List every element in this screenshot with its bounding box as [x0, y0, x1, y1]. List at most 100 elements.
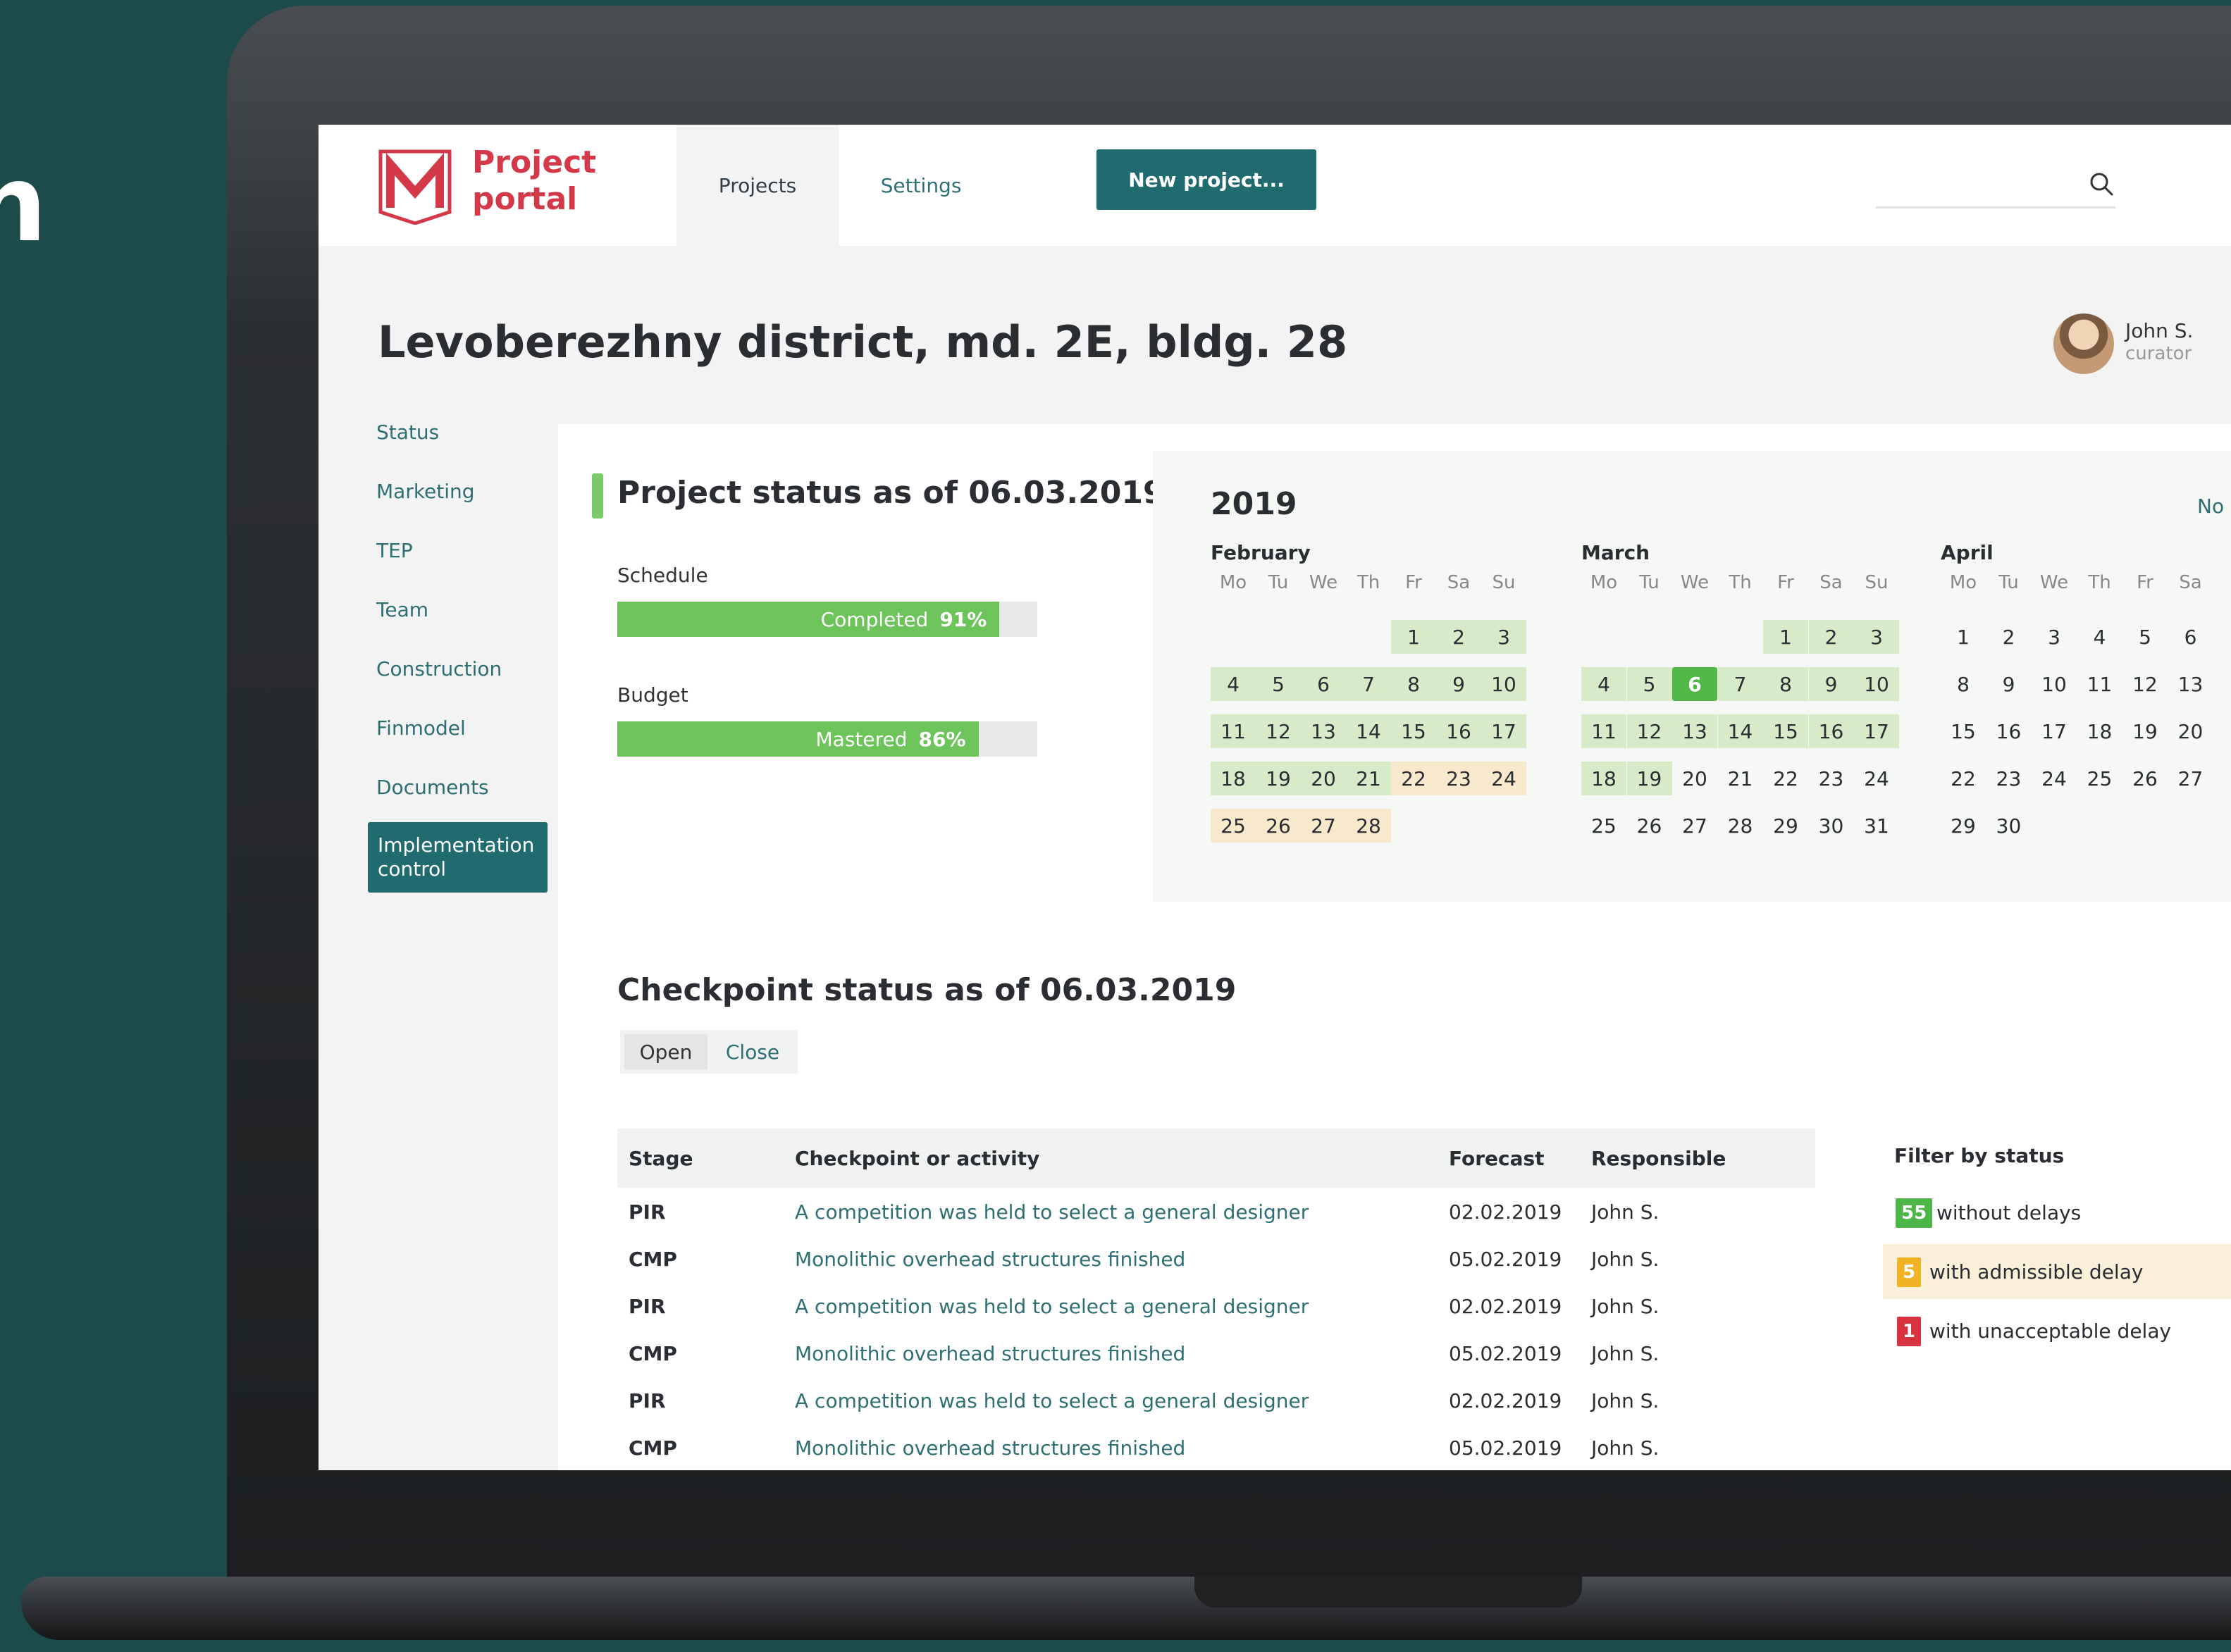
calendar-day[interactable]: 4 — [1581, 667, 1626, 701]
calendar-day[interactable]: 12 — [1256, 714, 1301, 748]
calendar-day[interactable]: 25 — [1581, 809, 1626, 843]
calendar-day[interactable]: 6 — [1301, 667, 1346, 701]
calendar-day[interactable]: 22 — [1941, 762, 1986, 795]
calendar-day[interactable]: 8 — [1763, 667, 1808, 701]
calendar-next-link[interactable]: No — [2197, 495, 2224, 518]
calendar-day[interactable]: 27 — [1672, 809, 1717, 843]
calendar-day[interactable]: 5 — [2122, 620, 2168, 654]
calendar-day[interactable]: 27 — [2168, 762, 2213, 795]
filter-item-without-delays[interactable]: 55 without delays — [1883, 1185, 2231, 1240]
calendar-day[interactable]: 27 — [1301, 809, 1346, 843]
calendar-day[interactable]: 8 — [1941, 667, 1986, 701]
calendar-day[interactable]: 15 — [1763, 714, 1808, 748]
calendar-day[interactable]: 28 — [1346, 809, 1391, 843]
table-row[interactable]: CMP Monolithic overhead structures finish… — [617, 1235, 1815, 1283]
activity-link[interactable]: A competition was held to select a gener… — [795, 1282, 1309, 1330]
calendar-day[interactable]: 30 — [1809, 809, 1854, 843]
calendar-day[interactable]: 20 — [1301, 762, 1346, 795]
calendar-day[interactable]: 17 — [2032, 714, 2077, 748]
calendar-day[interactable]: 26 — [2122, 762, 2168, 795]
sidebar-item-implementation-control[interactable]: Implementation control — [368, 822, 548, 893]
calendar-day[interactable]: 24 — [2032, 762, 2077, 795]
calendar-day[interactable]: 1 — [1391, 620, 1436, 654]
column-header-stage[interactable]: Stage — [629, 1129, 693, 1188]
calendar-day[interactable]: 19 — [2122, 714, 2168, 748]
calendar-day[interactable]: 2 — [1436, 620, 1481, 654]
calendar-day[interactable]: 16 — [1436, 714, 1481, 748]
calendar-day[interactable]: 25 — [1211, 809, 1256, 843]
tab-settings[interactable]: Settings — [840, 125, 1002, 246]
calendar-day[interactable]: 4 — [1211, 667, 1256, 701]
tab-projects[interactable]: Projects — [676, 125, 839, 246]
calendar-day-today[interactable]: 6 — [1672, 667, 1717, 701]
new-project-button[interactable]: New project... — [1096, 149, 1316, 210]
column-header-activity[interactable]: Checkpoint or activity — [795, 1129, 1039, 1188]
calendar-day[interactable]: 18 — [1211, 762, 1256, 795]
calendar-day[interactable]: 22 — [1391, 762, 1436, 795]
logo-text[interactable]: Project portal — [472, 144, 596, 218]
filter-item-admissible-delay[interactable]: 5 with admissible delay — [1883, 1244, 2231, 1299]
calendar-day[interactable]: 25 — [2077, 762, 2122, 795]
column-header-responsible[interactable]: Responsible — [1591, 1129, 1726, 1188]
toggle-close-button[interactable]: Close — [707, 1034, 798, 1069]
calendar-day[interactable]: 21 — [1346, 762, 1391, 795]
calendar-day[interactable]: 21 — [1718, 762, 1763, 795]
calendar-day[interactable]: 23 — [1436, 762, 1481, 795]
calendar-day[interactable]: 11 — [2077, 667, 2122, 701]
calendar-day[interactable]: 10 — [2032, 667, 2077, 701]
column-header-forecast[interactable]: Forecast — [1449, 1129, 1545, 1188]
calendar-day[interactable]: 1 — [1941, 620, 1986, 654]
calendar-day[interactable]: 15 — [1391, 714, 1436, 748]
calendar-day[interactable]: 7 — [1717, 667, 1763, 701]
calendar-day[interactable]: 31 — [1854, 809, 1899, 843]
calendar-day[interactable]: 10 — [1854, 667, 1899, 701]
sidebar-item-team[interactable]: Team — [376, 598, 428, 621]
calendar-day[interactable]: 3 — [1854, 620, 1899, 654]
calendar-day[interactable]: 3 — [1481, 620, 1526, 654]
table-row[interactable]: CMP Monolithic overhead structures finish… — [617, 1424, 1815, 1470]
calendar-day[interactable]: 12 — [1626, 714, 1672, 748]
search-icon[interactable] — [2087, 170, 2115, 198]
sidebar-item-construction[interactable]: Construction — [376, 657, 502, 681]
calendar-day[interactable]: 20 — [2168, 714, 2213, 748]
calendar-day[interactable]: 9 — [1986, 667, 2032, 701]
calendar-day[interactable]: 14 — [1717, 714, 1763, 748]
calendar-day[interactable]: 23 — [1809, 762, 1854, 795]
calendar-day[interactable]: 9 — [1436, 667, 1481, 701]
activity-link[interactable]: Monolithic overhead structures finished — [795, 1329, 1185, 1377]
calendar-day[interactable]: 6 — [2168, 620, 2213, 654]
activity-link[interactable]: A competition was held to select a gener… — [795, 1188, 1309, 1236]
calendar-day[interactable]: 26 — [1256, 809, 1301, 843]
calendar-day[interactable]: 15 — [1941, 714, 1986, 748]
calendar-day[interactable]: 24 — [1854, 762, 1899, 795]
table-row[interactable]: CMP Monolithic overhead structures finish… — [617, 1329, 1815, 1377]
calendar-day[interactable]: 24 — [1481, 762, 1526, 795]
activity-link[interactable]: A competition was held to select a gener… — [795, 1377, 1309, 1424]
calendar-day[interactable]: 13 — [2168, 667, 2213, 701]
calendar-day[interactable]: 18 — [2077, 714, 2122, 748]
avatar[interactable] — [2053, 313, 2114, 374]
activity-link[interactable]: Monolithic overhead structures finished — [795, 1235, 1185, 1283]
sidebar-item-marketing[interactable]: Marketing — [376, 480, 475, 503]
sidebar-item-tep[interactable]: TEP — [376, 539, 413, 562]
calendar-day[interactable]: 17 — [1481, 714, 1526, 748]
table-row[interactable]: PIR A competition was held to select a ge… — [617, 1377, 1815, 1424]
calendar-day[interactable]: 2 — [1808, 620, 1854, 654]
calendar-day[interactable]: 1 — [1763, 620, 1808, 654]
calendar-day[interactable]: 7 — [1346, 667, 1391, 701]
calendar-day[interactable]: 26 — [1627, 809, 1672, 843]
calendar-day[interactable]: 29 — [1763, 809, 1808, 843]
calendar-day[interactable]: 28 — [1718, 809, 1763, 843]
calendar-day[interactable]: 12 — [2122, 667, 2168, 701]
calendar-day[interactable]: 5 — [1256, 667, 1301, 701]
calendar-day[interactable]: 11 — [1581, 714, 1626, 748]
sidebar-item-finmodel[interactable]: Finmodel — [376, 716, 466, 740]
calendar-day[interactable]: 20 — [1672, 762, 1717, 795]
calendar-day[interactable]: 23 — [1986, 762, 2032, 795]
calendar-day[interactable]: 3 — [2032, 620, 2077, 654]
toggle-open-button[interactable]: Open — [624, 1034, 707, 1069]
sidebar-item-documents[interactable]: Documents — [376, 776, 489, 799]
calendar-day[interactable]: 30 — [1986, 809, 2032, 843]
calendar-day[interactable]: 11 — [1211, 714, 1256, 748]
calendar-day[interactable]: 8 — [1391, 667, 1436, 701]
